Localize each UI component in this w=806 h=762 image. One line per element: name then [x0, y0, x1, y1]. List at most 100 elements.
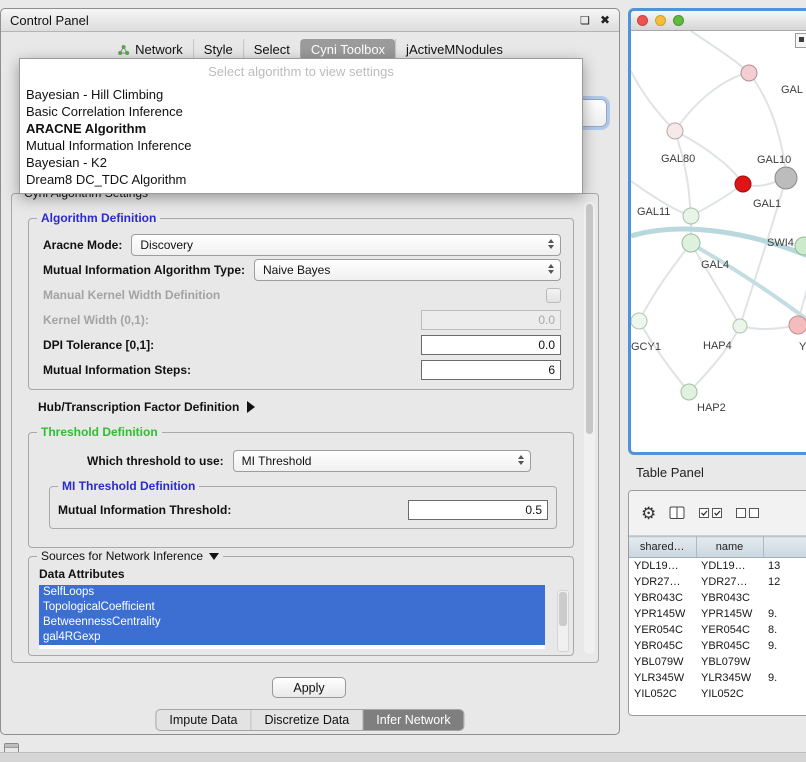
- network-node[interactable]: [735, 176, 751, 192]
- table-cell: YIL052C: [696, 686, 763, 702]
- sources-legend[interactable]: Sources for Network Inference: [37, 549, 223, 563]
- table-cell: [763, 654, 806, 670]
- table-settings-gear-icon[interactable]: ⚙: [641, 505, 656, 522]
- algorithm-option[interactable]: Bayesian - Hill Climbing: [20, 86, 582, 103]
- control-panel-window: Control Panel ❏ ✖ Network Style Select C…: [0, 8, 620, 735]
- table-column-header[interactable]: shared…: [629, 537, 696, 558]
- mi-type-select[interactable]: Naive Bayes: [254, 259, 561, 281]
- close-traffic-light[interactable]: [637, 15, 648, 26]
- network-node[interactable]: [631, 313, 647, 329]
- status-bar: [0, 752, 806, 762]
- attributes-scrollbar-thumb[interactable]: [559, 592, 567, 626]
- attribute-list-item[interactable]: SelfLoops: [39, 585, 545, 600]
- network-canvas[interactable]: GALGAL80GAL10GAL1GAL11SWI4GAL4GCY1HAP4YH…: [631, 31, 806, 436]
- zoom-traffic-light[interactable]: [673, 15, 684, 26]
- table-row[interactable]: YBR043CYBR043C: [629, 590, 806, 606]
- network-node[interactable]: [683, 208, 699, 224]
- desktop: Control Panel ❏ ✖ Network Style Select C…: [0, 0, 806, 762]
- table-cell: YBL079W: [629, 654, 696, 670]
- kernel-width-input[interactable]: [421, 310, 561, 330]
- network-node[interactable]: [775, 167, 797, 189]
- algorithm-definition-legend: Algorithm Definition: [37, 211, 160, 225]
- float-window-icon[interactable]: ❏: [580, 14, 590, 27]
- tab-style[interactable]: Style: [193, 39, 243, 60]
- table-cell: YBL079W: [696, 654, 763, 670]
- table-row[interactable]: YLR345WYLR345W9.: [629, 670, 806, 686]
- algorithm-option[interactable]: ARACNE Algorithm: [20, 120, 582, 137]
- table-cell: 9.: [763, 606, 806, 622]
- network-node[interactable]: [741, 65, 757, 81]
- table-row[interactable]: YDL19…YDL19…13: [629, 558, 806, 575]
- attribute-list-item[interactable]: BetweennessCentrality: [39, 615, 545, 630]
- window-title: Control Panel: [10, 13, 89, 28]
- table-row[interactable]: YBL079WYBL079W: [629, 654, 806, 670]
- algorithm-option[interactable]: Bayesian - K2: [20, 154, 582, 171]
- hub-definition-expander[interactable]: Hub/Transcription Factor Definition: [38, 400, 255, 414]
- select-all-columns-icon[interactable]: [699, 508, 723, 519]
- table-row[interactable]: YER054CYER054C8.: [629, 622, 806, 638]
- dpi-tolerance-label: DPI Tolerance [0,1]:: [43, 338, 421, 352]
- algorithm-definition-group: Algorithm Definition Aracne Mode: Discov…: [28, 218, 574, 390]
- settings-scrollbar[interactable]: [584, 202, 595, 654]
- network-node-label: GAL80: [661, 153, 695, 165]
- tab-discretize-data[interactable]: Discretize Data: [251, 710, 363, 730]
- network-node[interactable]: [681, 384, 697, 400]
- mi-steps-input[interactable]: [421, 360, 561, 380]
- network-node-label: GAL11: [637, 206, 670, 218]
- canvas-corner-icon[interactable]: [795, 33, 806, 48]
- attributes-scrollbar[interactable]: [557, 590, 569, 652]
- mi-threshold-legend: MI Threshold Definition: [58, 479, 199, 493]
- dpi-tolerance-input[interactable]: [421, 335, 561, 355]
- algorithm-option[interactable]: Mutual Information Inference: [20, 137, 582, 154]
- table-cell: 8.: [763, 622, 806, 638]
- table-cell: YBR045C: [696, 638, 763, 654]
- which-threshold-select[interactable]: MI Threshold: [233, 450, 531, 472]
- table-row[interactable]: YDR27…YDR27…12: [629, 574, 806, 590]
- tab-impute-data[interactable]: Impute Data: [156, 710, 250, 730]
- minimize-traffic-light[interactable]: [655, 15, 666, 26]
- tab-infer-network[interactable]: Infer Network: [362, 710, 463, 730]
- network-node[interactable]: [789, 316, 806, 334]
- table-cell: YDR27…: [696, 574, 763, 590]
- network-window-titlebar: [631, 11, 806, 31]
- apply-button[interactable]: Apply: [272, 677, 346, 698]
- table-cell: YBR045C: [629, 638, 696, 654]
- table-cell: YER054C: [629, 622, 696, 638]
- unselect-all-columns-icon[interactable]: [736, 508, 760, 519]
- threshold-definition-group: Threshold Definition Which threshold to …: [28, 432, 574, 548]
- network-node[interactable]: [733, 319, 747, 333]
- aracne-mode-select[interactable]: Discovery: [131, 234, 561, 256]
- table-cell: 9.: [763, 638, 806, 654]
- tab-network[interactable]: Network: [107, 39, 193, 60]
- algorithm-options-list: Bayesian - Hill ClimbingBasic Correlatio…: [20, 86, 582, 188]
- network-node-label: GAL1: [753, 198, 781, 210]
- algorithm-option[interactable]: Dream8 DC_TDC Algorithm: [20, 171, 582, 188]
- mi-threshold-label: Mutual Information Threshold:: [58, 503, 408, 517]
- attribute-list-item[interactable]: TopologicalCoefficient: [39, 600, 545, 615]
- table-column-header[interactable]: [763, 537, 806, 558]
- tab-jactivemnodules[interactable]: jActiveMNodules: [395, 39, 513, 60]
- network-node[interactable]: [667, 123, 683, 139]
- attribute-list-item[interactable]: gal4RGexp: [39, 630, 545, 645]
- mi-threshold-input[interactable]: [408, 500, 548, 520]
- settings-scrollbar-thumb[interactable]: [586, 204, 593, 434]
- network-node[interactable]: [682, 234, 700, 252]
- tab-cyni-toolbox[interactable]: Cyni Toolbox: [300, 39, 395, 60]
- cyni-bottom-tabs: Impute Data Discretize Data Infer Networ…: [155, 709, 464, 731]
- algorithm-option[interactable]: Basic Correlation Inference: [20, 103, 582, 120]
- close-icon[interactable]: ✖: [600, 13, 610, 27]
- mi-threshold-definition-group: MI Threshold Definition Mutual Informati…: [49, 486, 557, 529]
- manual-kernel-checkbox[interactable]: [546, 288, 561, 303]
- table-panel-window: ⚙ shared…name YDL19…YDL19…13YDR27…YDR27……: [628, 490, 806, 716]
- table-row[interactable]: YIL052CYIL052C: [629, 686, 806, 702]
- table-cell: YIL052C: [629, 686, 696, 702]
- show-columns-icon[interactable]: [669, 506, 686, 520]
- aracne-mode-label: Aracne Mode:: [43, 238, 122, 252]
- table-row[interactable]: YPR145WYPR145W9.: [629, 606, 806, 622]
- tab-select[interactable]: Select: [243, 39, 300, 60]
- table-cell: YLR345W: [629, 670, 696, 686]
- table-column-header[interactable]: name: [696, 537, 763, 558]
- threshold-definition-legend: Threshold Definition: [37, 425, 162, 439]
- network-node-label: GAL10: [757, 154, 791, 166]
- table-row[interactable]: YBR045CYBR045C9.: [629, 638, 806, 654]
